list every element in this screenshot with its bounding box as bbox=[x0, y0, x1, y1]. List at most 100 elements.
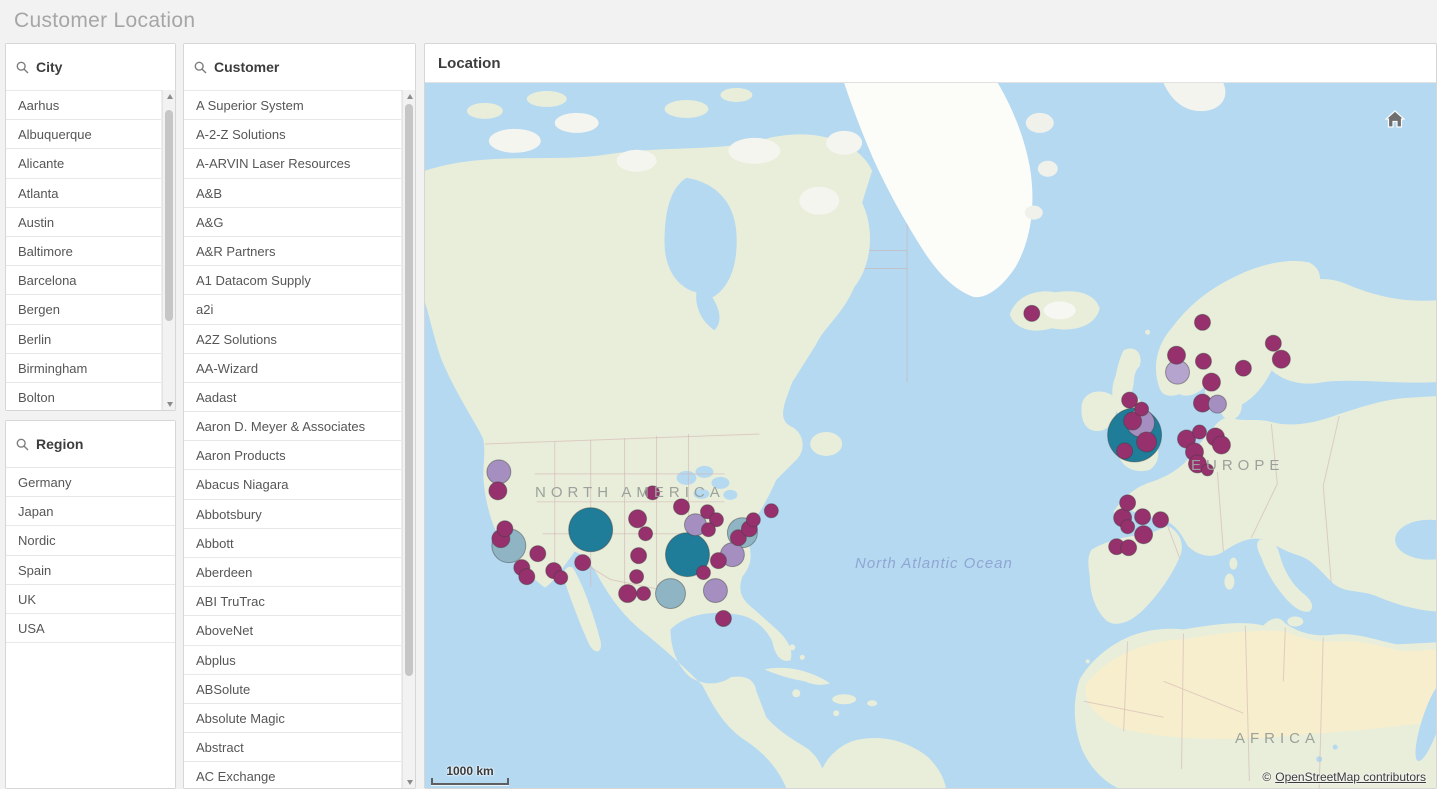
city-list-item[interactable]: Baltimore bbox=[6, 236, 161, 267]
map-bubble[interactable] bbox=[574, 554, 592, 572]
map-bubble[interactable] bbox=[695, 565, 711, 581]
customer-list-item[interactable]: A2Z Solutions bbox=[184, 324, 401, 354]
map-bubble[interactable] bbox=[763, 503, 779, 519]
city-list-item[interactable]: Austin bbox=[6, 207, 161, 237]
customer-list-item[interactable]: ABI TruTrac bbox=[184, 587, 401, 617]
world-map[interactable]: NORTH AMERICA EUROPE AFRICA North Atlant… bbox=[425, 83, 1436, 788]
map-bubble[interactable] bbox=[630, 547, 648, 565]
map-bubble[interactable] bbox=[628, 509, 648, 529]
map-bubble[interactable] bbox=[1201, 372, 1221, 392]
region-list-item[interactable]: USA bbox=[6, 613, 175, 644]
map-bubble[interactable] bbox=[1211, 435, 1231, 455]
customer-list-item[interactable]: Aaron D. Meyer & Associates bbox=[184, 412, 401, 442]
map-bubble[interactable] bbox=[1234, 359, 1252, 377]
region-list-item[interactable]: Japan bbox=[6, 497, 175, 527]
customer-scroll-thumb[interactable] bbox=[405, 104, 413, 676]
customer-list-item[interactable]: AA-Wizard bbox=[184, 353, 401, 383]
customer-list-item[interactable]: Abacus Niagara bbox=[184, 470, 401, 500]
map-bubble[interactable] bbox=[518, 568, 536, 586]
map-bubble[interactable] bbox=[618, 584, 638, 604]
scroll-down-icon[interactable] bbox=[163, 398, 176, 410]
customer-list-item[interactable]: A-ARVIN Laser Resources bbox=[184, 149, 401, 179]
customer-list-item[interactable]: A&R Partners bbox=[184, 236, 401, 267]
city-list-item[interactable]: Alicante bbox=[6, 149, 161, 179]
city-list-item[interactable]: Atlanta bbox=[6, 178, 161, 208]
map-bubble[interactable] bbox=[496, 520, 514, 538]
customer-list-item[interactable]: A&G bbox=[184, 207, 401, 237]
customer-list-item[interactable]: A Superior System bbox=[184, 91, 401, 121]
map-bubble[interactable] bbox=[568, 507, 614, 553]
map-bubble[interactable] bbox=[1134, 525, 1154, 545]
map-bubble[interactable] bbox=[629, 569, 645, 585]
city-list-item[interactable]: Berlin bbox=[6, 324, 161, 354]
map-bubble[interactable] bbox=[1191, 424, 1207, 440]
customer-list-item[interactable]: Aberdeen bbox=[184, 558, 401, 588]
customer-filter-header[interactable]: Customer bbox=[184, 44, 415, 90]
customer-list-item[interactable]: ABSolute bbox=[184, 674, 401, 704]
map-bubble[interactable] bbox=[1136, 431, 1158, 453]
map-bubble[interactable] bbox=[702, 578, 728, 604]
customer-list-scrollbar[interactable] bbox=[402, 90, 415, 788]
customer-list-item[interactable]: Abstract bbox=[184, 733, 401, 763]
map-bubble[interactable] bbox=[1194, 352, 1212, 370]
city-filter-header[interactable]: City bbox=[6, 44, 175, 90]
map-bubble[interactable] bbox=[745, 512, 761, 528]
map-bubble[interactable] bbox=[700, 522, 716, 538]
map-bubble[interactable] bbox=[1120, 539, 1138, 557]
map-bubble[interactable] bbox=[636, 586, 652, 602]
city-list-item[interactable]: Birmingham bbox=[6, 353, 161, 383]
customer-list-item[interactable]: A-2-Z Solutions bbox=[184, 120, 401, 150]
osm-contributors-link[interactable]: OpenStreetMap contributors bbox=[1275, 770, 1426, 784]
region-list-item[interactable]: Nordic bbox=[6, 526, 175, 556]
city-list-scrollbar[interactable] bbox=[162, 90, 175, 410]
map-bubble[interactable] bbox=[553, 570, 569, 586]
map-bubble[interactable] bbox=[486, 459, 512, 485]
customer-list-item[interactable]: A&B bbox=[184, 178, 401, 208]
map-bubble[interactable] bbox=[1264, 334, 1282, 352]
customer-list-item[interactable]: Absolute Magic bbox=[184, 703, 401, 734]
map-bubble[interactable] bbox=[1271, 349, 1291, 369]
region-list-item[interactable]: Germany bbox=[6, 468, 175, 498]
customer-list-item[interactable]: Abbotsbury bbox=[184, 499, 401, 529]
map-bubble[interactable] bbox=[1193, 313, 1211, 331]
region-list-item[interactable]: Spain bbox=[6, 555, 175, 585]
city-list-item[interactable]: Bolton bbox=[6, 382, 161, 410]
map-bubble[interactable] bbox=[488, 481, 508, 501]
map-bubble[interactable] bbox=[1119, 494, 1137, 512]
map-bubble[interactable] bbox=[1023, 304, 1041, 322]
home-button[interactable] bbox=[1384, 109, 1406, 129]
map-bubble[interactable] bbox=[529, 545, 547, 563]
map-bubble[interactable] bbox=[673, 498, 690, 516]
customer-list-item[interactable]: AC Exchange bbox=[184, 762, 401, 788]
city-list-item[interactable]: Aarhus bbox=[6, 91, 161, 121]
map-bubble[interactable] bbox=[1134, 508, 1152, 526]
city-scroll-thumb[interactable] bbox=[165, 110, 173, 321]
map-bubble[interactable] bbox=[638, 526, 654, 542]
customer-list-item[interactable]: AboveNet bbox=[184, 616, 401, 646]
map-bubble[interactable] bbox=[1152, 511, 1170, 529]
scroll-up-icon[interactable] bbox=[163, 90, 176, 102]
map-bubble[interactable] bbox=[1120, 519, 1136, 535]
customer-list-item[interactable]: a2i bbox=[184, 295, 401, 325]
city-list-item[interactable]: Bergen bbox=[6, 295, 161, 325]
customer-list-item[interactable]: Aaron Products bbox=[184, 441, 401, 471]
region-filter-header[interactable]: Region bbox=[6, 421, 175, 467]
map-bubble[interactable] bbox=[1207, 394, 1227, 414]
map-bubble[interactable] bbox=[1167, 345, 1186, 365]
map-bubble[interactable] bbox=[709, 552, 727, 570]
customer-list-item[interactable]: Abbott bbox=[184, 528, 401, 558]
map-bubble[interactable] bbox=[1200, 463, 1214, 477]
map-bubble[interactable] bbox=[1116, 442, 1134, 460]
map-bubble[interactable] bbox=[714, 610, 732, 627]
customer-list-item[interactable]: Aadast bbox=[184, 382, 401, 413]
scroll-down-icon[interactable] bbox=[403, 776, 416, 788]
map-bubble[interactable] bbox=[1134, 401, 1150, 417]
customer-list-item[interactable]: Abplus bbox=[184, 645, 401, 675]
city-list-item[interactable]: Albuquerque bbox=[6, 120, 161, 150]
customer-list-item[interactable]: A1 Datacom Supply bbox=[184, 266, 401, 296]
map-bubble[interactable] bbox=[655, 578, 686, 610]
region-list-item[interactable]: UK bbox=[6, 584, 175, 614]
city-list-item[interactable]: Barcelona bbox=[6, 266, 161, 296]
scroll-up-icon[interactable] bbox=[403, 90, 416, 102]
map-bubble[interactable] bbox=[645, 485, 661, 501]
